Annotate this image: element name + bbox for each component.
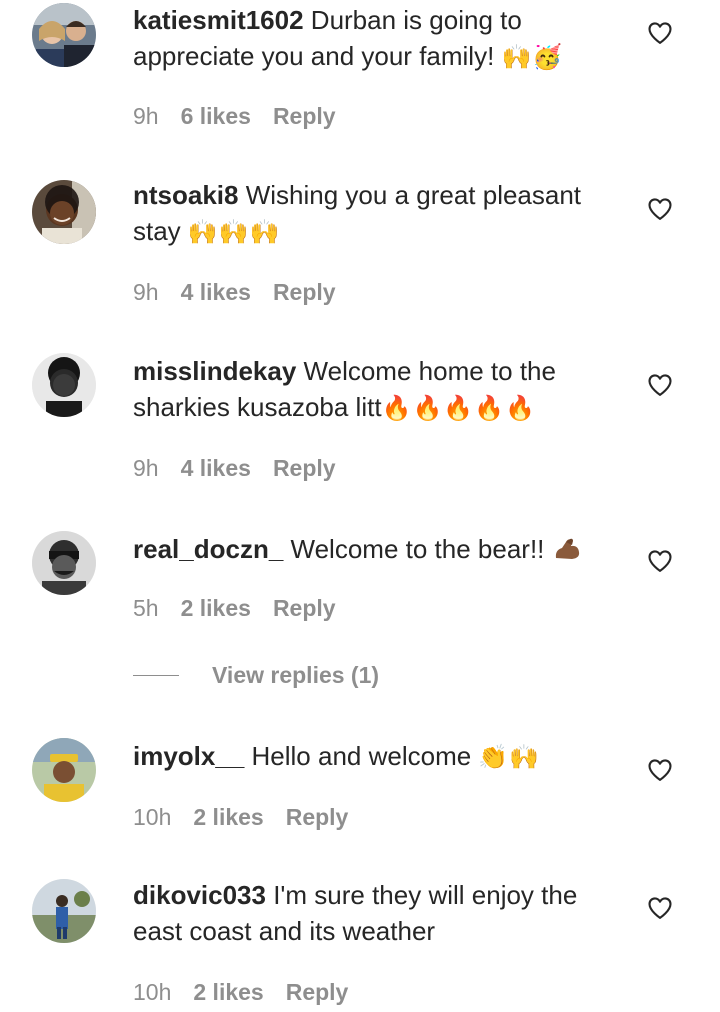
comment-username[interactable]: dikovic033 (133, 880, 266, 910)
heart-outline-icon[interactable] (646, 756, 674, 784)
comment-meta: 5h 2 likes Reply (133, 593, 336, 623)
comment-emoji: 🙌🥳 (501, 43, 564, 71)
avatar[interactable] (32, 353, 96, 417)
comment-likes[interactable]: 4 likes (181, 455, 251, 481)
comment-likes[interactable]: 4 likes (181, 279, 251, 305)
comment-username[interactable]: real_doczn_ (133, 534, 283, 564)
reply-button[interactable]: Reply (273, 279, 336, 305)
comment-time: 10h (133, 979, 172, 1005)
comment-meta: 9h 4 likes Reply (133, 453, 336, 483)
comment-emoji: 🔥🔥🔥🔥🔥 (381, 394, 536, 422)
comment-text: misslindekay Welcome home to the sharkie… (133, 353, 623, 426)
avatar[interactable] (32, 180, 96, 244)
comment-likes[interactable]: 2 likes (193, 979, 263, 1005)
heart-outline-icon[interactable] (646, 894, 674, 922)
comment-meta: 9h 4 likes Reply (133, 277, 336, 307)
comment-likes[interactable]: 2 likes (193, 804, 263, 830)
comment-likes[interactable]: 6 likes (181, 103, 251, 129)
heart-outline-icon[interactable] (646, 547, 674, 575)
avatar[interactable] (32, 879, 96, 943)
comment-time: 5h (133, 595, 159, 621)
heart-outline-icon[interactable] (646, 19, 674, 47)
reply-button[interactable]: Reply (273, 455, 336, 481)
view-replies-label[interactable]: View replies (1) (212, 660, 379, 690)
flexed-biceps-icon (555, 538, 579, 559)
comment-text: katiesmit1602 Durban is going to appreci… (133, 2, 623, 75)
avatar[interactable] (32, 3, 96, 67)
comment-time: 9h (133, 279, 159, 305)
reply-button[interactable]: Reply (273, 595, 336, 621)
comment-time: 10h (133, 804, 172, 830)
comment-text: real_doczn_ Welcome to the bear!! (133, 531, 623, 567)
comment-emoji: 🙌🙌🙌 (187, 218, 281, 246)
comment-meta: 9h 6 likes Reply (133, 101, 336, 131)
comment-body: Welcome to the bear!! (283, 534, 552, 564)
comment-time: 9h (133, 103, 159, 129)
comment-username[interactable]: ntsoaki8 (133, 180, 239, 210)
comment-username[interactable]: misslindekay (133, 356, 296, 386)
reply-button[interactable]: Reply (286, 979, 349, 1005)
avatar[interactable] (32, 531, 96, 595)
comment-body: Hello and welcome (244, 741, 479, 771)
comment-time: 9h (133, 455, 159, 481)
heart-outline-icon[interactable] (646, 195, 674, 223)
comment-username[interactable]: imyolx__ (133, 741, 244, 771)
comment-text: ntsoaki8 Wishing you a great pleasant st… (133, 177, 623, 250)
comment-meta: 10h 2 likes Reply (133, 802, 348, 832)
heart-outline-icon[interactable] (646, 371, 674, 399)
comment-likes[interactable]: 2 likes (181, 595, 251, 621)
comment-meta: 10h 2 likes Reply (133, 977, 348, 1007)
avatar[interactable] (32, 738, 96, 802)
reply-button[interactable]: Reply (273, 103, 336, 129)
comment-username[interactable]: katiesmit1602 (133, 5, 304, 35)
comment-emoji: 👏🙌 (478, 743, 541, 771)
reply-button[interactable]: Reply (286, 804, 349, 830)
comment-text: dikovic033 I'm sure they will enjoy the … (133, 877, 623, 949)
view-replies-divider (133, 675, 179, 676)
comment-text: imyolx__ Hello and welcome 👏🙌 (133, 738, 623, 775)
